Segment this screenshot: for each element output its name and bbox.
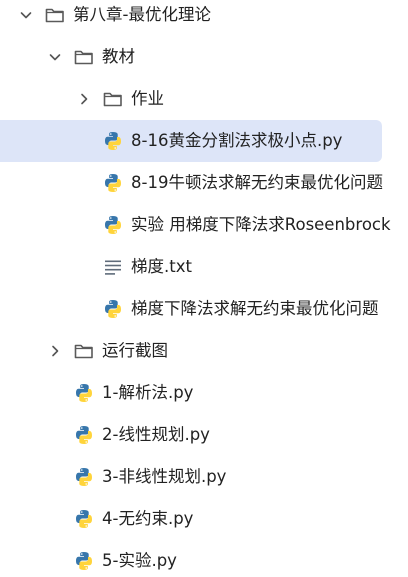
tree-item-gradient-descent[interactable]: 梯度下降法求解无约束最优化问题 bbox=[0, 288, 408, 330]
python-file-icon bbox=[73, 508, 95, 530]
tree-item-experiment[interactable]: 5-实验.py bbox=[0, 540, 408, 577]
tree-item-analytic[interactable]: 1-解析法.py bbox=[0, 372, 408, 414]
python-file-icon bbox=[102, 130, 124, 152]
tree-item-label: 教材 bbox=[102, 47, 135, 66]
file-tree: 第八章-最优化理论 教材 作业 8-16黄金分割法求极小点.py 8-19牛顿法… bbox=[0, 0, 408, 577]
tree-item-label: 梯度下降法求解无约束最优化问题 bbox=[131, 299, 379, 318]
python-file-icon bbox=[102, 298, 124, 320]
tree-item-newton[interactable]: 8-19牛顿法求解无约束最优化问题 bbox=[0, 162, 408, 204]
python-file-icon bbox=[73, 466, 95, 488]
tree-item-label: 8-16黄金分割法求极小点.py bbox=[131, 131, 343, 150]
tree-item-chapter8[interactable]: 第八章-最优化理论 bbox=[0, 0, 408, 36]
tree-item-label: 4-无约束.py bbox=[102, 509, 194, 528]
folder-icon bbox=[44, 4, 66, 26]
tree-item-unconstrained[interactable]: 4-无约束.py bbox=[0, 498, 408, 540]
tree-item-label: 运行截图 bbox=[102, 341, 168, 360]
chevron-down-icon[interactable] bbox=[18, 7, 34, 23]
chevron-down-icon[interactable] bbox=[47, 49, 63, 65]
tree-item-experiment-rosenbrock[interactable]: 实验 用梯度下降法求Roseenbrock bbox=[0, 204, 408, 246]
folder-icon bbox=[102, 88, 124, 110]
tree-item-homework[interactable]: 作业 bbox=[0, 78, 408, 120]
tree-item-label: 5-实验.py bbox=[102, 551, 177, 570]
tree-item-label: 2-线性规划.py bbox=[102, 425, 210, 444]
tree-item-textbook[interactable]: 教材 bbox=[0, 36, 408, 78]
tree-item-label: 作业 bbox=[131, 89, 164, 108]
tree-item-run-screenshots[interactable]: 运行截图 bbox=[0, 330, 408, 372]
python-file-icon bbox=[102, 172, 124, 194]
tree-item-label: 3-非线性规划.py bbox=[102, 467, 227, 486]
tree-item-label: 梯度.txt bbox=[131, 257, 192, 276]
folder-icon bbox=[73, 46, 95, 68]
tree-item-nonlinear-programming[interactable]: 3-非线性规划.py bbox=[0, 456, 408, 498]
tree-item-label: 1-解析法.py bbox=[102, 383, 194, 402]
tree-item-label: 实验 用梯度下降法求Roseenbrock bbox=[131, 215, 391, 234]
python-file-icon bbox=[102, 214, 124, 236]
python-file-icon bbox=[73, 424, 95, 446]
folder-icon bbox=[73, 340, 95, 362]
python-file-icon bbox=[73, 550, 95, 572]
tree-item-gradient-txt[interactable]: 梯度.txt bbox=[0, 246, 408, 288]
chevron-right-icon[interactable] bbox=[47, 343, 63, 359]
text-file-icon bbox=[102, 256, 124, 278]
tree-item-golden-section[interactable]: 8-16黄金分割法求极小点.py bbox=[0, 120, 408, 162]
tree-item-label: 第八章-最优化理论 bbox=[73, 5, 211, 24]
tree-item-linear-programming[interactable]: 2-线性规划.py bbox=[0, 414, 408, 456]
tree-item-label: 8-19牛顿法求解无约束最优化问题 bbox=[131, 173, 383, 192]
python-file-icon bbox=[73, 382, 95, 404]
chevron-right-icon[interactable] bbox=[76, 91, 92, 107]
